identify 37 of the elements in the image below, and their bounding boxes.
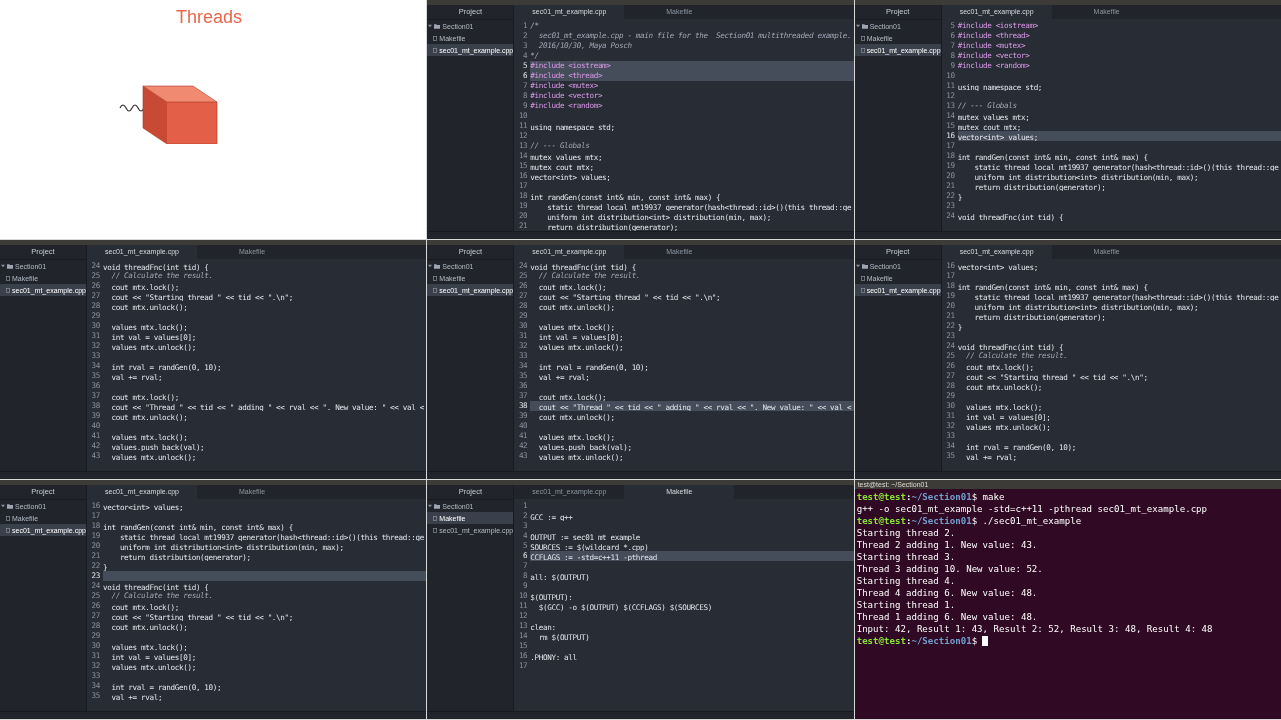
folder-icon [434,263,441,269]
caret-icon [855,264,860,268]
terminal-output: Thread 4 adding 6. New value: 48. [856,587,1038,599]
terminal-output: Thread 1 adding 6. New value: 48. [856,611,1038,623]
caret-icon [428,24,433,28]
prompt-separator: : [905,491,912,503]
caret-icon [1,264,5,268]
caret-icon [428,264,433,268]
folder-icon [861,23,868,29]
terminal-output: g++ -o sec01_mt_example -std=c++11 -pthread sec01_mt_example.cpp [856,503,1208,515]
folder-icon [7,503,13,509]
caret-icon [1,504,5,508]
terminal-output: Starting thread 4. [856,575,956,587]
folder-icon [861,263,868,269]
terminal-output: Starting thread 1. [856,599,956,611]
terminal-command: $ [971,635,978,647]
prompt-user: test@test [856,515,906,527]
folder-icon [434,503,441,509]
slide-title: Threads [176,7,243,28]
terminal-command: $ ./sec01_mt_example [971,515,1082,527]
terminal-output: Thread 3 adding 10. New value: 52. [856,563,1043,575]
prompt-path: ~/Section01 [911,491,972,503]
prompt-separator: : [905,635,912,647]
prompt-user: test@test [856,491,906,503]
caret-icon [428,504,433,508]
terminal-command: $ make [971,491,1005,503]
folder-icon [434,23,441,29]
terminal-output: Thread 2 adding 1. New value: 43. [856,539,1038,551]
prompt-path: ~/Section01 [911,635,972,647]
prompt-user: test@test [856,635,906,647]
prompt-separator: : [905,515,912,527]
terminal-output: Starting thread 3. [856,551,956,563]
terminal-output: Input: 42, Result 1: 43, Result 2: 52, Result 3: 48, Result 4: 48 [856,623,1213,635]
caret-icon [855,24,860,28]
folder-icon [7,263,13,269]
terminal-output: Starting thread 2. [856,527,956,539]
prompt-path: ~/Section01 [911,515,972,527]
